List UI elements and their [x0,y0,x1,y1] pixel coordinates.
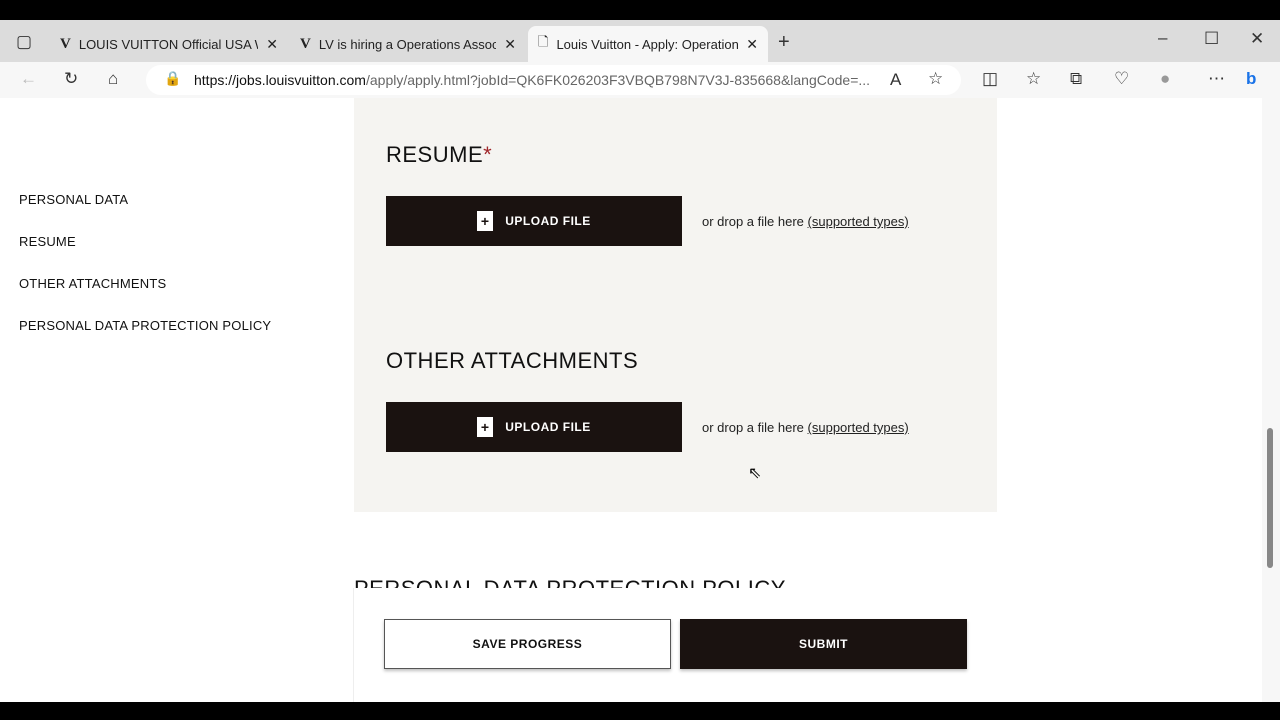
url-input[interactable]: 🔒 https://jobs.louisvuitton.com/apply/ap… [146,65,961,95]
read-aloud-icon[interactable]: A [890,70,901,90]
home-icon[interactable]: ⌂ [108,69,118,89]
back-icon[interactable]: ← [20,69,37,89]
maximize-icon[interactable]: ☐ [1204,29,1219,49]
address-bar-row: ← ↻ ⌂ 🔒 https://jobs.louisvuitton.com/ap… [0,62,1280,98]
supported-types-link[interactable]: (supported types) [808,214,909,229]
refresh-icon[interactable]: ↻ [64,69,78,89]
collections-icon[interactable]: ⧉ [1070,69,1082,89]
profile-avatar-icon[interactable]: ● [1160,69,1170,89]
screen-bottom-border [0,702,1280,720]
resume-drop-text: or drop a file here (supported types) [702,214,909,229]
page-content: PERSONAL DATA RESUME OTHER ATTACHMENTS P… [0,98,1262,702]
upload-panel: RESUME* + UPLOAD FILE or drop a file here… [354,98,997,512]
scrollbar[interactable] [1262,98,1280,702]
attachments-upload-button[interactable]: + UPLOAD FILE [386,402,682,452]
mouse-cursor-icon: ⇖ [748,465,762,482]
split-screen-icon[interactable]: ◫ [982,69,998,89]
close-window-icon[interactable]: ✕ [1250,29,1264,49]
submit-button[interactable]: SUBMIT [680,619,967,669]
tab-lv-official[interactable]: V LOUIS VUITTON Official USA Website ✕ [50,26,288,62]
tab-strip: ▢ V LOUIS VUITTON Official USA Website ✕… [0,20,1280,62]
screen-top-border [0,0,1280,20]
close-tab-icon[interactable]: ✕ [746,36,758,53]
tab-actions-icon[interactable]: ▢ [16,32,32,52]
attachments-heading: OTHER ATTACHMENTS [386,348,639,373]
tab-lv-hiring[interactable]: V LV is hiring a Operations Associate ✕ [290,26,526,62]
new-tab-icon[interactable]: + [778,31,790,54]
sidebar-item-resume[interactable]: RESUME [19,234,76,249]
file-add-icon: + [477,211,494,231]
file-add-icon: + [477,417,494,437]
favorites-icon[interactable]: ☆ [1026,69,1041,89]
lock-icon: 🔒 [164,70,182,86]
sidebar-item-policy[interactable]: PERSONAL DATA PROTECTION POLICY [19,318,271,333]
lv-logo-icon: V [300,35,311,52]
sidebar-item-personal-data[interactable]: PERSONAL DATA [19,192,128,207]
bing-icon[interactable]: b [1246,69,1256,89]
required-asterisk: * [483,142,493,167]
scrollbar-thumb[interactable] [1267,428,1273,568]
minimize-icon[interactable]: – [1158,28,1167,48]
favorite-star-icon[interactable]: ☆ [928,69,943,89]
page-icon: 🗋 [538,34,549,49]
sidebar-item-other-attachments[interactable]: OTHER ATTACHMENTS [19,276,166,291]
close-tab-icon[interactable]: ✕ [504,36,516,53]
save-progress-button[interactable]: SAVE PROGRESS [384,619,671,669]
resume-heading: RESUME* [386,142,493,167]
resume-upload-button[interactable]: + UPLOAD FILE [386,196,682,246]
lv-logo-icon: V [60,35,71,52]
attachments-drop-text: or drop a file here (supported types) [702,420,909,435]
sticky-footer: SAVE PROGRESS SUBMIT [353,588,998,702]
health-icon[interactable]: ♡ [1114,69,1129,89]
tab-apply[interactable]: 🗋 Louis Vuitton - Apply: Operations ✕ [528,26,768,62]
more-menu-icon[interactable]: ⋯ [1208,69,1225,89]
supported-types-link[interactable]: (supported types) [808,420,909,435]
close-tab-icon[interactable]: ✕ [266,36,278,53]
